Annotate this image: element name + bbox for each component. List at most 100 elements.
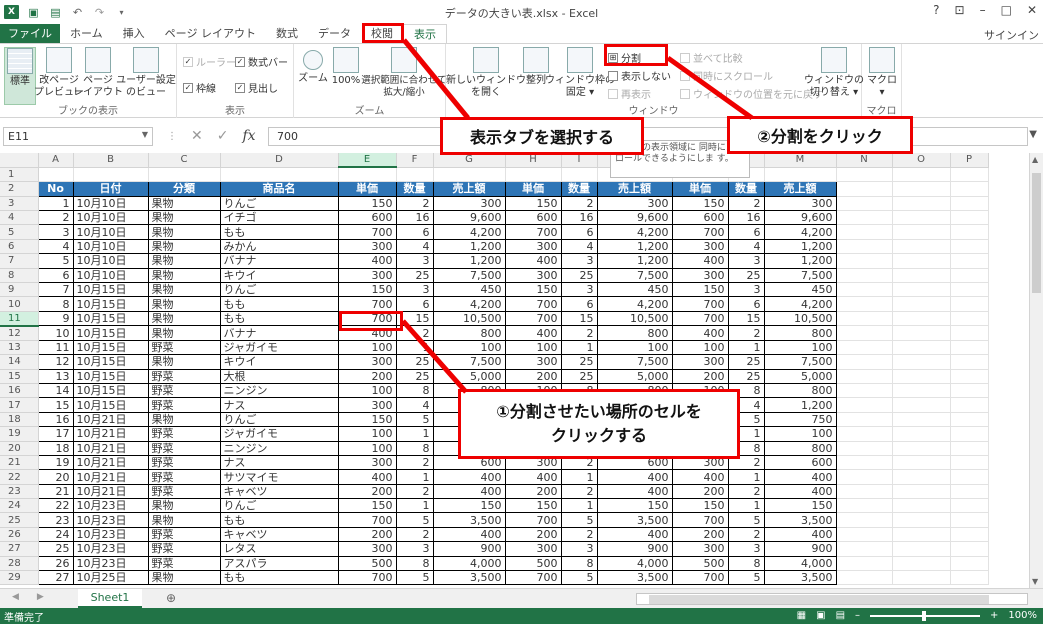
table-header-cell[interactable]: 売上額 bbox=[597, 181, 673, 197]
zoom-slider[interactable] bbox=[870, 610, 981, 621]
table-cell[interactable]: 400 bbox=[764, 469, 837, 485]
empty-cell[interactable] bbox=[950, 296, 989, 312]
empty-cell[interactable] bbox=[892, 196, 951, 212]
table-cell[interactable]: 200 bbox=[338, 484, 397, 500]
table-cell[interactable]: 600 bbox=[338, 210, 397, 226]
table-cell[interactable]: 10月10日 bbox=[73, 253, 149, 269]
maximize-button[interactable]: □ bbox=[1001, 3, 1012, 17]
table-cell[interactable]: 10月23日 bbox=[73, 541, 149, 557]
table-cell[interactable]: 400 bbox=[597, 484, 673, 500]
table-cell[interactable]: 11 bbox=[38, 340, 74, 356]
empty-cell[interactable] bbox=[836, 181, 893, 197]
table-cell[interactable]: 果物 bbox=[148, 311, 221, 327]
table-cell[interactable]: 2 bbox=[396, 527, 434, 543]
tab-formulas[interactable]: 数式 bbox=[266, 24, 308, 43]
table-cell[interactable]: 200 bbox=[505, 527, 562, 543]
table-cell[interactable]: 14 bbox=[38, 383, 74, 399]
add-sheet-icon[interactable]: ⊕ bbox=[166, 591, 176, 605]
table-cell[interactable]: 1,200 bbox=[433, 253, 506, 269]
table-cell[interactable]: 4,200 bbox=[764, 224, 837, 240]
empty-cell[interactable] bbox=[764, 167, 837, 183]
table-cell[interactable]: 150 bbox=[338, 196, 397, 212]
table-cell[interactable]: 2 bbox=[396, 455, 434, 471]
table-cell[interactable]: 1 bbox=[561, 469, 598, 485]
table-cell[interactable]: 7,500 bbox=[597, 354, 673, 370]
table-cell[interactable]: 野菜 bbox=[148, 383, 221, 399]
row-header[interactable]: 2 bbox=[0, 181, 39, 197]
table-cell[interactable]: 10,500 bbox=[597, 311, 673, 327]
table-cell[interactable]: 9,600 bbox=[764, 210, 837, 226]
table-cell[interactable]: 16 bbox=[38, 412, 74, 428]
empty-cell[interactable] bbox=[892, 556, 951, 572]
empty-cell[interactable] bbox=[892, 426, 951, 442]
empty-cell[interactable] bbox=[950, 498, 989, 514]
table-cell[interactable]: 1 bbox=[396, 498, 434, 514]
table-cell[interactable]: りんご bbox=[220, 282, 339, 298]
table-cell[interactable]: 150 bbox=[672, 196, 729, 212]
table-cell[interactable]: 25 bbox=[561, 268, 598, 284]
table-cell[interactable]: 1,200 bbox=[764, 253, 837, 269]
column-header[interactable]: G bbox=[433, 153, 506, 168]
table-cell[interactable]: 23 bbox=[38, 512, 74, 528]
empty-cell[interactable] bbox=[836, 296, 893, 312]
table-cell[interactable]: 300 bbox=[338, 354, 397, 370]
table-cell[interactable]: 100 bbox=[338, 340, 397, 356]
table-cell[interactable]: 300 bbox=[505, 239, 562, 255]
empty-cell[interactable] bbox=[950, 196, 989, 212]
table-cell[interactable]: 700 bbox=[672, 224, 729, 240]
table-cell[interactable]: 6 bbox=[396, 296, 434, 312]
table-cell[interactable]: 700 bbox=[505, 296, 562, 312]
empty-cell[interactable] bbox=[836, 239, 893, 255]
zoom-button[interactable]: ズーム bbox=[298, 47, 328, 85]
table-cell[interactable]: 25 bbox=[38, 541, 74, 557]
table-cell[interactable]: 450 bbox=[433, 282, 506, 298]
table-cell[interactable]: 150 bbox=[597, 498, 673, 514]
empty-cell[interactable] bbox=[950, 268, 989, 284]
page-break-status-icon[interactable]: ▤ bbox=[836, 610, 845, 621]
zoom-slider-knob[interactable] bbox=[922, 610, 927, 621]
table-cell[interactable]: 10 bbox=[38, 325, 74, 341]
page-layout-status-icon[interactable]: ▣ bbox=[816, 610, 825, 621]
empty-cell[interactable] bbox=[892, 455, 951, 471]
tab-page-layout[interactable]: ページ レイアウト bbox=[155, 24, 266, 43]
table-cell[interactable]: 2 bbox=[561, 196, 598, 212]
table-cell[interactable]: 900 bbox=[433, 541, 506, 557]
table-cell[interactable]: 5 bbox=[561, 570, 598, 586]
row-header[interactable]: 10 bbox=[0, 296, 39, 312]
table-cell[interactable]: 9,600 bbox=[433, 210, 506, 226]
table-cell[interactable]: 200 bbox=[505, 369, 562, 384]
custom-views-button[interactable]: ユーザー設定 のビュー bbox=[116, 47, 176, 99]
close-button[interactable]: ✕ bbox=[1027, 3, 1037, 17]
empty-cell[interactable] bbox=[836, 498, 893, 514]
table-cell[interactable]: 10月23日 bbox=[73, 527, 149, 543]
name-box[interactable]: E11 ▼ bbox=[3, 126, 153, 146]
formula-bar-checkbox[interactable]: ✓ 数式バー bbox=[235, 54, 288, 69]
page-layout-view-button[interactable]: ページ レイアウト bbox=[73, 47, 123, 99]
table-cell[interactable]: 100 bbox=[597, 340, 673, 356]
save-as-icon[interactable]: ▤ bbox=[48, 5, 63, 19]
table-cell[interactable]: 300 bbox=[672, 354, 729, 370]
column-header[interactable]: O bbox=[892, 153, 951, 168]
table-cell[interactable]: 3 bbox=[38, 224, 74, 240]
table-cell[interactable]: 野菜 bbox=[148, 397, 221, 413]
table-cell[interactable]: 2 bbox=[561, 527, 598, 543]
table-cell[interactable]: 700 bbox=[672, 512, 729, 528]
table-cell[interactable]: 10月15日 bbox=[73, 311, 149, 327]
table-cell[interactable]: 700 bbox=[338, 296, 397, 312]
table-cell[interactable]: 2 bbox=[728, 196, 765, 212]
table-cell[interactable]: 3 bbox=[728, 541, 765, 557]
table-cell[interactable]: 300 bbox=[433, 196, 506, 212]
table-cell[interactable]: 果物 bbox=[148, 210, 221, 226]
table-cell[interactable]: 10月23日 bbox=[73, 556, 149, 572]
table-cell[interactable]: 300 bbox=[338, 397, 397, 413]
table-cell[interactable]: 野菜 bbox=[148, 426, 221, 442]
table-cell[interactable]: もも bbox=[220, 224, 339, 240]
table-cell[interactable]: 700 bbox=[338, 224, 397, 240]
table-header-cell[interactable]: 売上額 bbox=[433, 181, 506, 197]
table-cell[interactable]: 300 bbox=[764, 196, 837, 212]
table-cell[interactable]: 3 bbox=[728, 282, 765, 298]
row-header[interactable]: 16 bbox=[0, 383, 39, 399]
table-cell[interactable]: バナナ bbox=[220, 253, 339, 269]
table-cell[interactable]: 果物 bbox=[148, 570, 221, 586]
column-header[interactable]: C bbox=[148, 153, 221, 168]
